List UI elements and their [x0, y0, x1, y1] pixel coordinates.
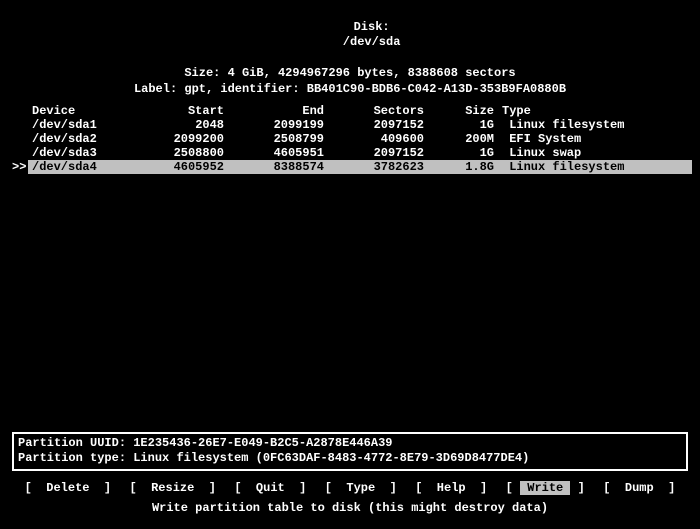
col-end: End [228, 104, 328, 118]
disk-size-line: Size: 4 GiB, 4294967296 bytes, 8388608 s… [8, 66, 692, 82]
cell-type: Linux filesystem [498, 160, 692, 174]
menu-label: Dump [618, 481, 661, 495]
menu-label: Type [339, 481, 382, 495]
uuid-label: Partition UUID: [18, 436, 126, 450]
col-sectors: Sectors [328, 104, 428, 118]
cell-start: 2508800 [118, 146, 228, 160]
row-cursor [8, 146, 28, 160]
status-line: Write partition table to disk (this migh… [0, 501, 700, 515]
menu-item-resize[interactable]: [ Resize ] [128, 481, 218, 495]
cell-type: Linux filesystem [498, 118, 692, 132]
table-row[interactable]: /dev/sda12048209919920971521G Linux file… [8, 118, 692, 132]
cell-size: 1G [428, 146, 498, 160]
menu-item-help[interactable]: [ Help ] [413, 481, 489, 495]
cell-end: 4605951 [228, 146, 328, 160]
menu-label: Help [430, 481, 473, 495]
cell-device: /dev/sda4 [28, 160, 118, 174]
cell-type: Linux swap [498, 146, 692, 160]
col-start: Start [118, 104, 228, 118]
cell-device: /dev/sda1 [28, 118, 118, 132]
cell-end: 2508799 [228, 132, 328, 146]
disk-label: Disk: [354, 20, 390, 34]
table-row[interactable]: >>/dev/sda44605952838857437826231.8G Lin… [8, 160, 692, 174]
partition-table: Device Start End Sectors Size Type /dev/… [8, 104, 692, 174]
menu-label: Write [520, 481, 570, 495]
disk-label-line: Label: gpt, identifier: BB401C90-BDB6-C0… [8, 82, 692, 98]
menu-item-type[interactable]: [ Type ] [323, 481, 399, 495]
cell-sectors: 2097152 [328, 118, 428, 132]
row-cursor [8, 118, 28, 132]
menu-item-quit[interactable]: [ Quit ] [232, 481, 308, 495]
cell-sectors: 409600 [328, 132, 428, 146]
disk-header: Disk: /dev/sda Size: 4 GiB, 4294967296 b… [8, 4, 692, 98]
cell-sectors: 3782623 [328, 160, 428, 174]
row-cursor: >> [8, 160, 28, 174]
cell-end: 2099199 [228, 118, 328, 132]
col-type: Type [498, 104, 692, 118]
menu-item-delete[interactable]: [ Delete ] [23, 481, 113, 495]
partition-detail-box: Partition UUID: 1E235436-26E7-E049-B2C5-… [12, 432, 688, 471]
cell-size: 1G [428, 118, 498, 132]
cell-device: /dev/sda2 [28, 132, 118, 146]
col-size: Size [428, 104, 498, 118]
cell-device: /dev/sda3 [28, 146, 118, 160]
ptype-value: Linux filesystem (0FC63DAF-8483-4772-8E7… [133, 451, 529, 465]
ptype-label: Partition type: [18, 451, 126, 465]
cell-type: EFI System [498, 132, 692, 146]
table-row[interactable]: /dev/sda32508800460595120971521G Linux s… [8, 146, 692, 160]
menu-label: Quit [249, 481, 292, 495]
menu-item-dump[interactable]: [ Dump ] [601, 481, 677, 495]
menu-label: Delete [39, 481, 97, 495]
row-cursor [8, 132, 28, 146]
disk-path: /dev/sda [343, 35, 401, 49]
table-header-row: Device Start End Sectors Size Type [8, 104, 692, 118]
col-device: Device [28, 104, 118, 118]
uuid-value: 1E235436-26E7-E049-B2C5-A2878E446A39 [133, 436, 392, 450]
cell-end: 8388574 [228, 160, 328, 174]
table-row[interactable]: /dev/sda220992002508799409600200M EFI Sy… [8, 132, 692, 146]
cell-start: 4605952 [118, 160, 228, 174]
cell-size: 1.8G [428, 160, 498, 174]
menu-item-write[interactable]: [ Write ] [504, 481, 587, 495]
menu-label: Resize [144, 481, 202, 495]
cell-start: 2048 [118, 118, 228, 132]
cell-sectors: 2097152 [328, 146, 428, 160]
cell-size: 200M [428, 132, 498, 146]
action-menu: [ Delete ] [ Resize ] [ Quit ] [ Type ] … [0, 481, 700, 495]
cell-start: 2099200 [118, 132, 228, 146]
